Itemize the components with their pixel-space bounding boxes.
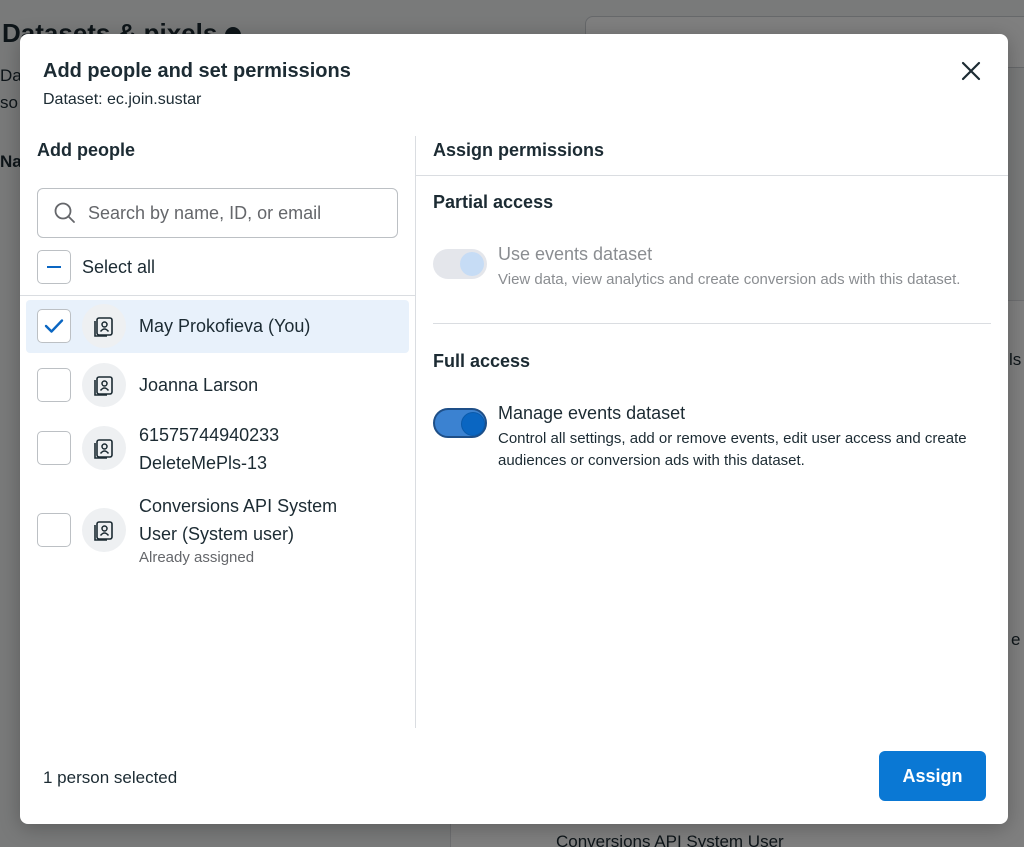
list-divider [20,295,415,296]
person-row[interactable]: Conversions API System User (System user… [26,490,409,574]
person-name-block: Conversions API System User (System user… [139,492,379,568]
dialog-title: Add people and set permissions [43,60,351,82]
dialog-subtitle: Dataset: ec.join.sustar [43,91,202,108]
select-all-label: Select all [82,256,156,277]
people-search[interactable] [37,188,398,238]
user-badge-icon [94,376,113,396]
search-icon [54,202,75,223]
person-row[interactable]: 61575744940233 DeleteMePls-13 [26,419,409,479]
permissions-dialog: Add people and set permissions Dataset: … [20,34,1008,824]
avatar [82,426,126,470]
permission-description: View data, view analytics and create con… [498,271,961,288]
person-status: Already assigned [139,549,255,566]
person-checkbox[interactable] [37,431,71,465]
person-name: 61575744940233 DeleteMePls-13 [139,425,280,473]
person-row[interactable]: Joanna Larson [26,360,409,410]
toggle-knob [461,412,485,436]
avatar [82,508,126,552]
person-name: Joanna Larson [139,375,259,395]
selection-status: 1 person selected [43,768,178,787]
person-checkbox[interactable] [37,513,71,547]
permission-divider [433,323,991,324]
person-name: Conversions API System User (System user… [139,496,338,544]
full-access-title: Full access [433,351,531,371]
person-checkbox[interactable] [37,368,71,402]
add-people-heading: Add people [37,140,135,160]
person-checkbox[interactable] [37,309,71,343]
toggle-knob [460,252,484,276]
permissions-header-divider [416,175,1008,176]
close-button[interactable] [958,58,984,84]
select-all-row[interactable]: Select all [37,250,155,284]
avatar [82,363,126,407]
select-all-checkbox[interactable] [37,250,71,284]
checkmark-icon [44,319,64,333]
person-row[interactable]: May Prokofieva (You) [26,300,409,353]
column-divider [415,136,416,728]
close-icon [961,61,981,81]
assign-button[interactable]: Assign [879,751,986,801]
partial-access-title: Partial access [433,192,554,212]
user-badge-icon [94,317,113,337]
permission-title: Manage events dataset [498,403,686,423]
user-badge-icon [94,521,113,541]
permission-description: Control all settings, add or remove even… [498,430,967,469]
indeterminate-icon [47,265,61,269]
search-input[interactable] [88,202,378,224]
avatar [82,304,126,348]
permission-title: Use events dataset [498,244,653,264]
manage-events-toggle[interactable] [433,408,487,438]
assign-permissions-heading: Assign permissions [433,140,605,160]
use-events-toggle [433,249,487,279]
user-badge-icon [94,439,113,459]
person-name: May Prokofieva (You) [139,316,311,336]
